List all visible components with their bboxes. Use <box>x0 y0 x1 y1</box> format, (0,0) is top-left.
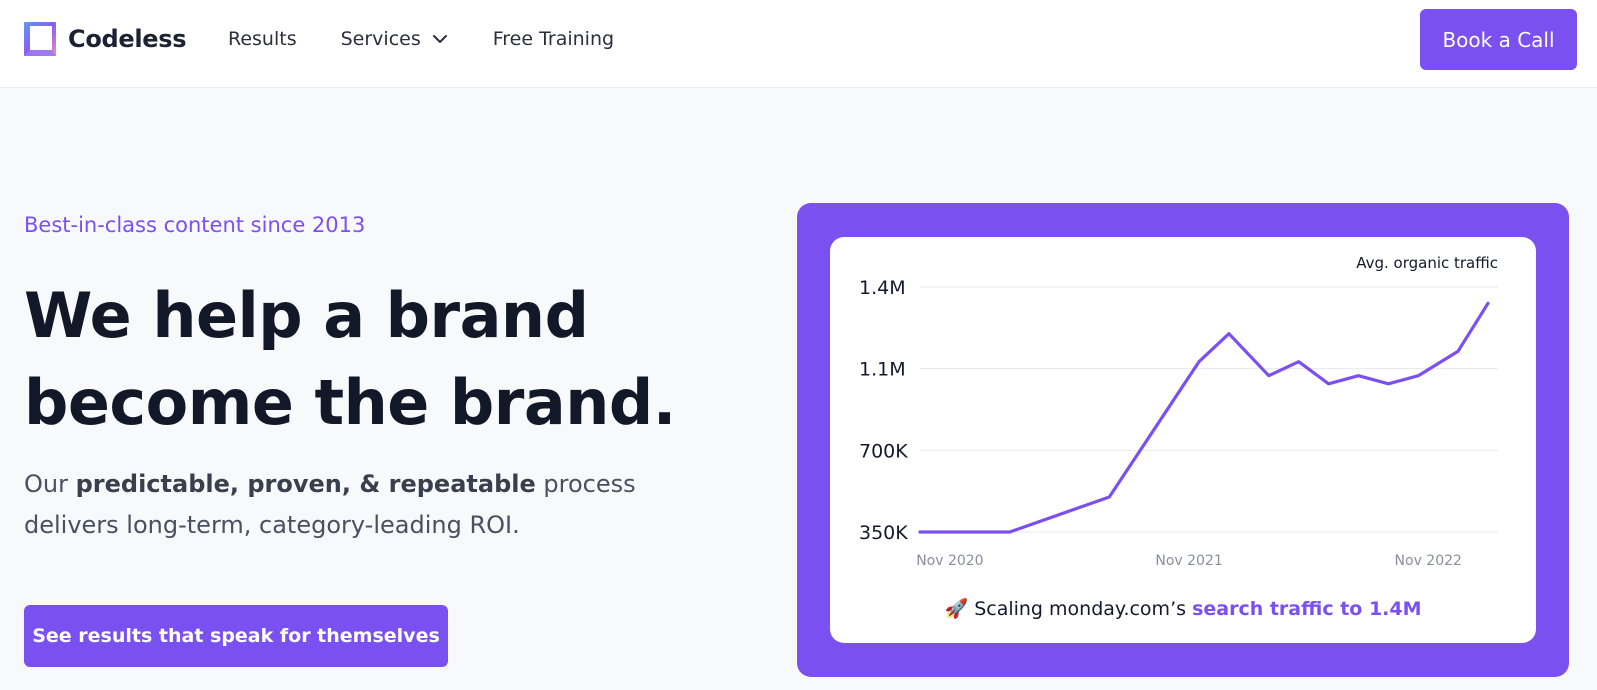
headline-line-2: become the brand. <box>24 366 676 439</box>
y-tick-label: 350K <box>859 522 908 544</box>
nav-item-free-training[interactable]: Free Training <box>493 28 614 50</box>
chart-caption: 🚀 Scaling monday.com’s search traffic to… <box>830 597 1536 620</box>
caption-prefix: Scaling monday.com’s <box>974 598 1187 620</box>
nav-item-label: Services <box>340 28 421 50</box>
caption-highlight: search traffic to 1.4M <box>1192 598 1422 620</box>
headline-line-1: We help a brand <box>24 279 589 352</box>
x-tick-label: Nov 2022 <box>1395 553 1462 569</box>
nav-item-results[interactable]: Results <box>228 28 297 50</box>
x-tick-label: Nov 2021 <box>1155 553 1222 569</box>
nav-item-label: Free Training <box>492 28 615 50</box>
y-tick-label: 1.1M <box>859 359 906 381</box>
subcopy-prefix: Our <box>24 470 76 498</box>
series-line <box>918 301 1490 534</box>
nav-item-label: Results <box>228 28 297 50</box>
main-nav: Results Services Free Training <box>228 28 614 50</box>
see-results-button[interactable]: See results that speak for themselves <box>24 605 448 667</box>
y-tick-label: 700K <box>859 440 908 462</box>
hero-subcopy: Our predictable, proven, & repeatable pr… <box>24 464 664 546</box>
subcopy-bold: predictable, proven, & repeatable <box>75 470 536 498</box>
rocket-icon: 🚀 <box>944 598 969 620</box>
chevron-down-icon <box>432 35 447 43</box>
results-card: 350K 700K 1.1M 1.4M Nov 2020 Nov 2021 Nov 2022… <box>797 203 1569 677</box>
book-a-call-button[interactable]: Book a Call <box>1420 9 1577 70</box>
site-header: Codeless Results Services Free Training … <box>0 0 1597 88</box>
y-tick-label: 1.4M <box>859 277 906 299</box>
codeless-logo-icon <box>24 22 56 56</box>
x-tick-label: Nov 2020 <box>916 553 983 569</box>
logo[interactable]: Codeless <box>22 20 187 58</box>
chart-panel: 350K 700K 1.1M 1.4M Nov 2020 Nov 2021 Nov 2022… <box>830 237 1536 643</box>
eyebrow-text: Best-in-class content since 2013 <box>24 213 366 237</box>
traffic-chart: 350K 700K 1.1M 1.4M Nov 2020 Nov 2021 Nov 2022… <box>859 254 1498 569</box>
page-title: We help a brand become the brand. <box>24 272 744 446</box>
nav-item-services[interactable]: Services <box>341 28 449 50</box>
logo-text: Codeless <box>68 25 187 53</box>
legend-label: Avg. organic traffic <box>1356 254 1498 272</box>
